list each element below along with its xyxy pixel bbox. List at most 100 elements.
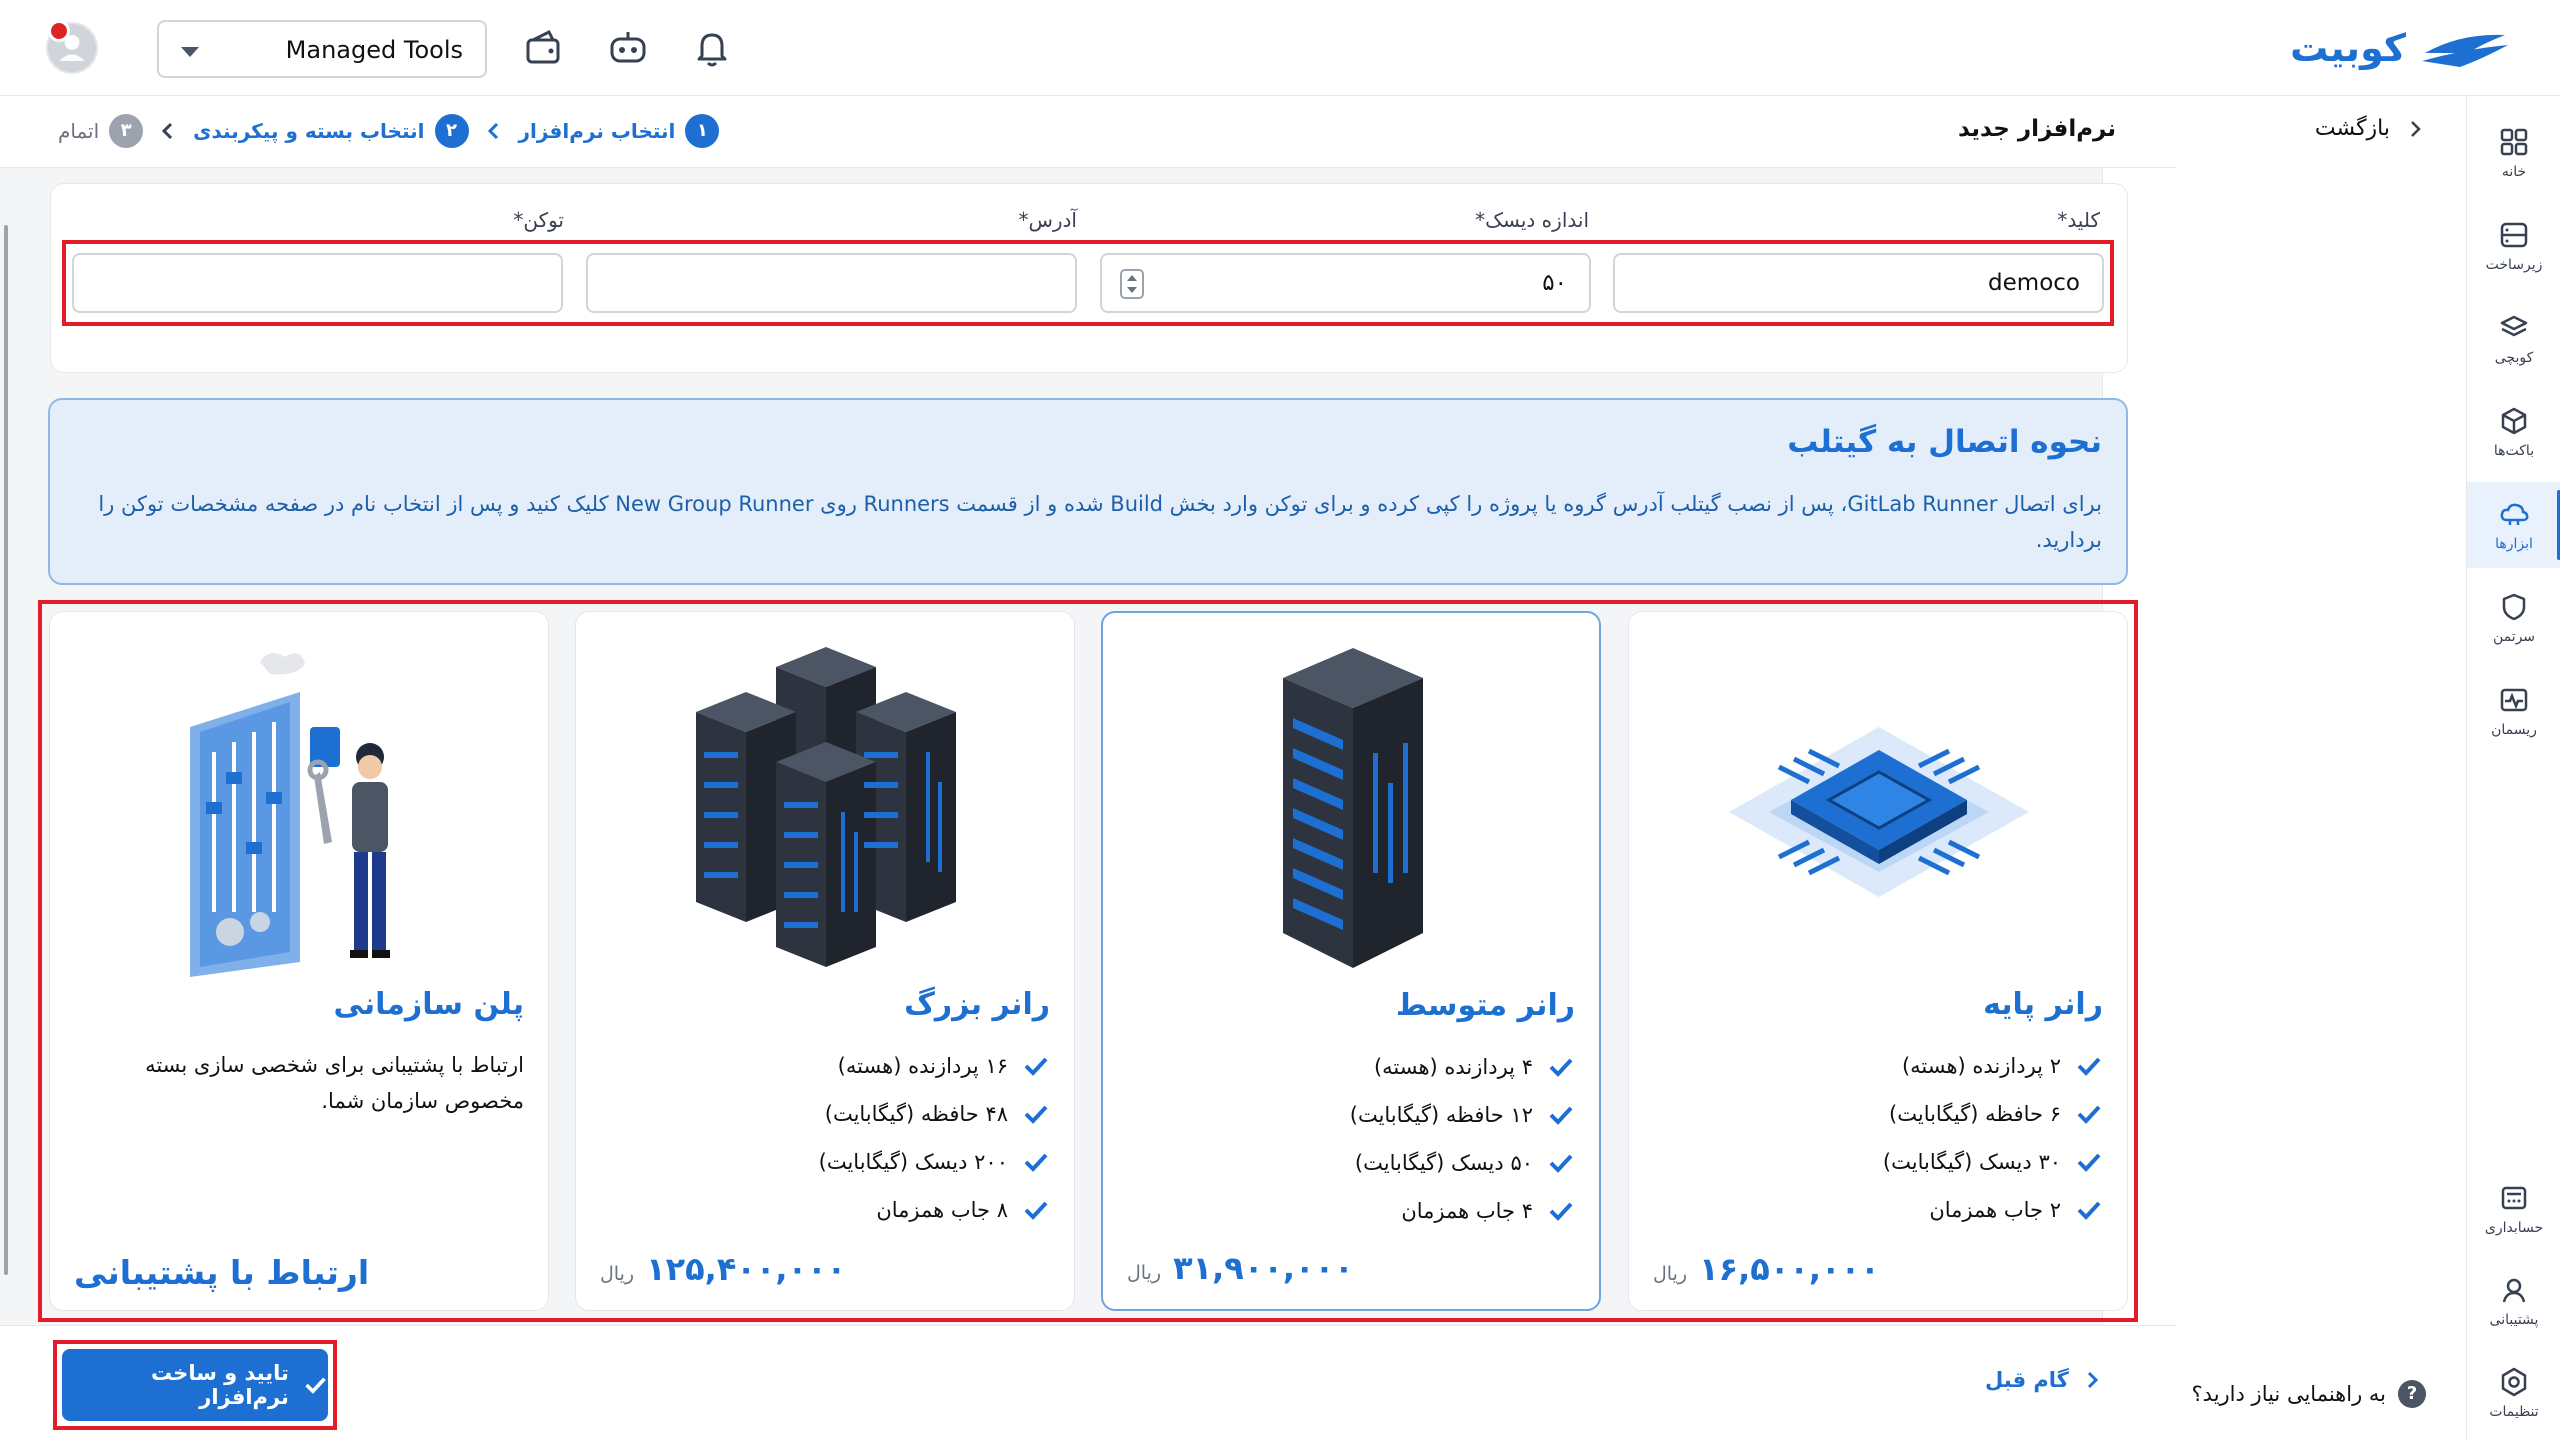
sidebar-item-buckets[interactable]: باکت‌ها	[2467, 389, 2560, 475]
price-value: ۱۲۵,۴۰۰,۰۰۰	[646, 1250, 847, 1288]
plan-title: رانر پایه	[1983, 987, 2103, 1022]
page-header: نرم‌افزار جدید ۱ انتخاب نرم‌افزار ۲ انتخ…	[0, 96, 2176, 168]
gitlab-info-box: نحوه اتصال به گیتلب برای اتصال GitLab Ru…	[48, 398, 2128, 585]
help-link[interactable]: ? به راهنمایی نیاز دارید؟	[2192, 1380, 2426, 1408]
step-3: ۳ اتمام	[58, 114, 144, 148]
step-number: ۳	[109, 114, 144, 148]
robot-icon[interactable]	[606, 26, 650, 70]
check-icon	[1549, 1058, 1573, 1077]
settings-icon	[2501, 1367, 2527, 1397]
check-icon	[1549, 1202, 1573, 1221]
plan-price: ریال ۳۱,۹۰۰,۰۰۰	[1127, 1249, 1354, 1287]
key-label: کلید*	[2057, 208, 2100, 232]
box-icon	[2501, 407, 2527, 435]
plan-card-medium[interactable]: رانر متوسط ۴ پردازنده (هسته) ۱۲ حافظه (گ…	[1101, 611, 1601, 1311]
plan-description: ارتباط با پشتیبانی برای شخصی سازی بسته م…	[145, 1053, 524, 1113]
plan-card-enterprise[interactable]: پلن سازمانی ارتباط با پشتیبانی برای شخصی…	[49, 611, 549, 1311]
info-text: برای اتصال GitLab Runner، پس از نصب گیتل…	[98, 492, 2102, 552]
check-icon	[2077, 1201, 2101, 1220]
check-icon	[305, 1377, 326, 1394]
step-number: ۱	[685, 114, 720, 148]
sidebar-item-label: خانه	[2501, 164, 2527, 180]
sidebar-item-label: ابزارها	[2495, 536, 2533, 552]
chevron-left-icon	[487, 122, 498, 140]
chip-illustration-icon	[1729, 727, 2029, 897]
sidebar-item-label: پشتیبانی	[2489, 1312, 2539, 1328]
plan-feature: ۴ جاب همزمان	[1401, 1197, 1575, 1225]
sidebar-item-support[interactable]: پشتیبانی	[2467, 1258, 2560, 1344]
support-engineer-illustration-icon	[190, 653, 390, 977]
sidebar-item-label: باکت‌ها	[2493, 443, 2535, 459]
sidebar-item-tools[interactable]: ابزارها	[2467, 482, 2560, 568]
plan-card-basic[interactable]: رانر پایه ۲ پردازنده (هسته) ۶ حافظه (گیگ…	[1628, 611, 2128, 1311]
help-circle-icon: ?	[2398, 1380, 2426, 1408]
info-title: نحوه اتصال به گیتلب	[1787, 424, 2102, 460]
chevron-left-icon	[162, 122, 173, 140]
sidebar-item-label: تنظیمات	[2489, 1404, 2539, 1420]
sidebar-item-label: زیرساخت	[2485, 257, 2543, 273]
sidebar-item-label: سرتمن	[2492, 629, 2536, 645]
brand-logo[interactable]: کوبیت	[2290, 18, 2510, 78]
plan-feature: ۲ جاب همزمان	[1929, 1196, 2103, 1224]
server-icon	[2500, 222, 2528, 248]
sidebar-item-risman[interactable]: ریسمان	[2467, 668, 2560, 754]
contact-support-link[interactable]: ارتباط با پشتیبانی	[74, 1253, 369, 1292]
feature-text: ۳۰ دیسک (گیگابایت)	[1882, 1150, 2061, 1174]
feature-text: ۵۰ دیسک (گیگابایت)	[1354, 1151, 1533, 1175]
check-icon	[1024, 1153, 1048, 1172]
workspace-select[interactable]: Managed Tools	[157, 20, 487, 78]
previous-label: گام قبل	[1985, 1368, 2069, 1392]
step-2[interactable]: ۲ انتخاب بسته و پیکربندی	[193, 114, 469, 148]
previous-step-button[interactable]: گام قبل	[1985, 1368, 2103, 1392]
sidebar-item-sartaman[interactable]: سرتمن	[2467, 575, 2560, 661]
sidebar-item-label: حسابداری	[2484, 1220, 2544, 1236]
step-label: انتخاب نرم‌افزار	[518, 119, 676, 143]
plan-title: رانر بزرگ	[904, 987, 1050, 1022]
chevron-right-icon	[2411, 120, 2421, 137]
back-button[interactable]: بازگشت	[2315, 116, 2426, 141]
address-label: آدرس*	[1018, 208, 1077, 232]
sidebar-item-label: ریسمان	[2491, 722, 2537, 738]
sidebar-item-settings[interactable]: تنظیمات	[2467, 1350, 2560, 1436]
notification-badge-icon	[48, 20, 70, 42]
workspace-value: Managed Tools	[285, 36, 463, 64]
token-label: توکن*	[513, 208, 564, 232]
confirm-label: تایید و ساخت نرم‌افزار	[150, 1361, 289, 1409]
step-1[interactable]: ۱ انتخاب نرم‌افزار	[519, 114, 720, 148]
plan-feature: ۶ حافظه (گیگابایت)	[1889, 1100, 2103, 1128]
app-root: کوبیت Managed Tools خانه زیرساخت کوبچی ب…	[0, 0, 2560, 1440]
feature-text: ۲ جاب همزمان	[1929, 1198, 2061, 1222]
page-title: نرم‌افزار جدید	[1958, 116, 2116, 142]
confirm-create-button[interactable]: تایید و ساخت نرم‌افزار	[62, 1349, 328, 1421]
stepper: ۱ انتخاب نرم‌افزار ۲ انتخاب بسته و پیکرب…	[58, 114, 720, 148]
bell-icon[interactable]	[690, 26, 734, 70]
chevron-down-icon	[181, 47, 199, 57]
back-label: بازگشت	[2314, 116, 2390, 141]
feature-text: ۱۲ حافظه (گیگابایت)	[1349, 1103, 1533, 1127]
plan-feature: ۴ پردازنده (هسته)	[1374, 1053, 1575, 1081]
check-icon	[2077, 1057, 2101, 1076]
check-icon	[1024, 1201, 1048, 1220]
feature-text: ۸ جاب همزمان	[876, 1198, 1008, 1222]
feature-text: ۴ جاب همزمان	[1401, 1199, 1533, 1223]
feature-text: ۴ پردازنده (هسته)	[1373, 1055, 1533, 1079]
plan-card-large[interactable]: رانر بزرگ ۱۶ پردازنده (هسته) ۴۸ حافظه (گ…	[575, 611, 1075, 1311]
layers-icon	[2500, 315, 2528, 337]
plan-feature: ۸ جاب همزمان	[876, 1196, 1050, 1224]
sidebar-item-kubchi[interactable]: کوبچی	[2467, 296, 2560, 382]
sidebar-item-accounting[interactable]: حسابداری	[2467, 1166, 2560, 1252]
logo-icon	[2422, 34, 2508, 67]
sidebar-item-infrastructure[interactable]: زیرساخت	[2467, 203, 2560, 289]
plan-feature: ۳۰ دیسک (گیگابایت)	[1883, 1148, 2103, 1176]
check-icon	[1024, 1057, 1048, 1076]
disk-label: اندازه دیسک*	[1475, 208, 1589, 232]
scrollbar[interactable]	[4, 225, 8, 1275]
sidebar-item-home[interactable]: خانه	[2467, 110, 2560, 196]
step-label: انتخاب بسته و پیکربندی	[193, 119, 425, 143]
step-number: ۲	[434, 114, 469, 148]
plan-price: ریال ۱۶,۵۰۰,۰۰۰	[1653, 1250, 1880, 1288]
server-cluster-illustration-icon	[696, 647, 956, 967]
chevron-right-icon	[2087, 1371, 2098, 1389]
cloud-icon	[2500, 503, 2529, 525]
wallet-icon[interactable]	[521, 26, 565, 70]
